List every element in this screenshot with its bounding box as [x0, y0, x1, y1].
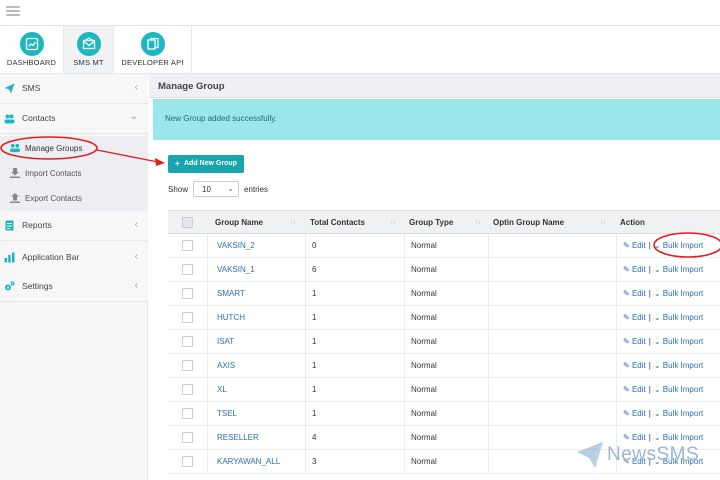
watermark-text: NewsSMS	[607, 444, 700, 465]
page: DASHBOARD SMS MT DEVELOPER API SMS ‹ Con…	[0, 0, 720, 480]
watermark: NewsSMS	[575, 438, 715, 474]
watermark-logo-icon	[577, 442, 603, 468]
annotation-circle-bulk-import	[653, 232, 720, 258]
annotation-overlay	[0, 136, 720, 258]
annotation-arrow-line	[96, 149, 159, 163]
annotation-circle-manage-groups	[0, 136, 98, 160]
annotation-arrow-head	[155, 158, 165, 166]
